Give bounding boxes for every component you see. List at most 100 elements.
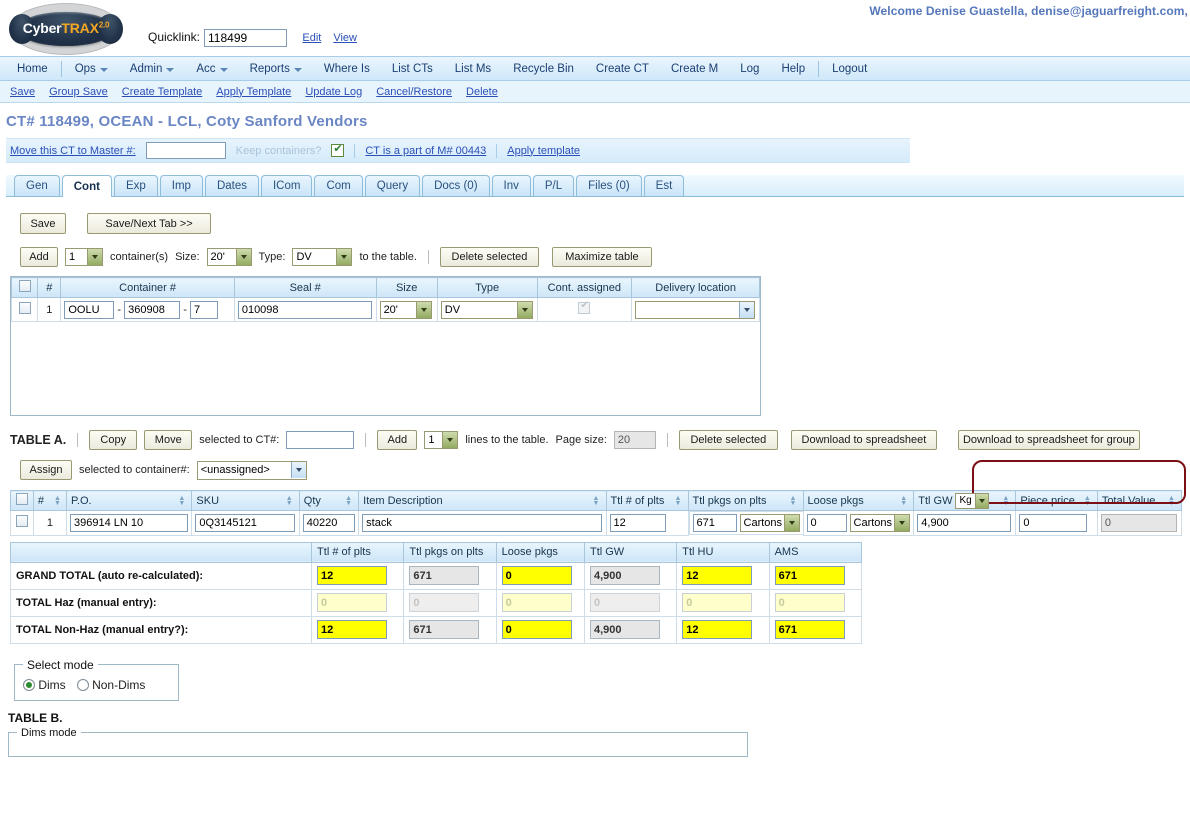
sort-icon[interactable]: ▲ ▼ xyxy=(675,495,684,507)
nonhaz-ttl-plts-input[interactable] xyxy=(317,620,388,639)
action-link-update-log[interactable]: Update Log xyxy=(305,86,362,98)
part-of-master-link[interactable]: CT is a part of M# 00443 xyxy=(365,145,486,157)
add-container-button[interactable]: Add xyxy=(20,247,58,267)
tab-query[interactable]: Query xyxy=(364,175,421,196)
delete-selected-lines-button[interactable]: Delete selected xyxy=(678,430,778,450)
radio-option-dims[interactable]: Dims xyxy=(23,678,66,692)
action-link-apply-template[interactable]: Apply Template xyxy=(216,86,291,98)
page-size-input[interactable] xyxy=(613,431,656,449)
gw-unit-select[interactable]: Kg xyxy=(955,492,990,509)
row-size-select[interactable]: 20' xyxy=(379,300,432,319)
tab-est[interactable]: Est xyxy=(643,175,685,196)
quicklink-edit-link[interactable]: Edit xyxy=(302,32,321,44)
nav-item-log[interactable]: Log xyxy=(729,56,770,81)
nav-item-home[interactable]: Home xyxy=(6,56,59,81)
sort-icon[interactable]: ▲ ▼ xyxy=(1002,495,1011,507)
dims-radio[interactable] xyxy=(23,679,35,692)
nav-item-recycle-bin[interactable]: Recycle Bin xyxy=(502,56,585,81)
qty-input[interactable] xyxy=(302,513,355,532)
ttl-pkgs-unit-select[interactable]: Cartons xyxy=(739,514,800,532)
loose-pkgs-input[interactable] xyxy=(806,513,847,532)
container-size-select[interactable]: 20' xyxy=(206,248,252,266)
nav-item-create-ct[interactable]: Create CT xyxy=(585,56,660,81)
delivery-location-select[interactable] xyxy=(635,300,756,319)
sku-input[interactable] xyxy=(195,513,296,532)
action-link-save[interactable]: Save xyxy=(10,86,35,98)
action-link-delete[interactable]: Delete xyxy=(466,86,498,98)
action-link-cancel-restore[interactable]: Cancel/Restore xyxy=(376,86,452,98)
nav-item-admin[interactable]: Admin xyxy=(119,56,186,81)
sort-icon[interactable]: ▲ ▼ xyxy=(1084,495,1093,507)
nav-item-where-is[interactable]: Where Is xyxy=(313,56,381,81)
sort-icon[interactable]: ▲ ▼ xyxy=(286,495,295,507)
tab-gen[interactable]: Gen xyxy=(14,175,60,196)
container-prefix-input[interactable] xyxy=(64,300,115,319)
move-ct-to-master-link[interactable]: Move this CT to Master #: xyxy=(10,145,136,157)
sort-icon[interactable]: ▲ ▼ xyxy=(345,495,354,507)
nav-item-help[interactable]: Help xyxy=(770,56,816,81)
select-all-checkbox[interactable] xyxy=(18,280,31,292)
container-type-select[interactable]: DV xyxy=(292,248,353,266)
save-next-tab-button[interactable]: Save/Next Tab >> xyxy=(87,213,211,234)
nav-item-ops[interactable]: Ops xyxy=(64,56,119,81)
ttl-pkgs-input[interactable] xyxy=(692,514,737,532)
nav-item-create-m[interactable]: Create M xyxy=(660,56,729,81)
container-mid-input[interactable] xyxy=(124,300,181,319)
select-all-checkbox[interactable] xyxy=(15,493,28,505)
container-suffix-input[interactable] xyxy=(189,300,218,319)
tab-icom[interactable]: ICom xyxy=(260,175,313,196)
row-checkbox[interactable] xyxy=(18,302,31,314)
keep-containers-checkbox[interactable] xyxy=(331,143,345,157)
copy-button[interactable]: Copy xyxy=(89,430,138,450)
action-link-group-save[interactable]: Group Save xyxy=(49,86,108,98)
assign-container-select[interactable]: <unassigned> xyxy=(196,460,307,480)
lines-count-select[interactable]: 1 xyxy=(424,431,459,449)
radio-option-non-dims[interactable]: Non-Dims xyxy=(76,678,145,692)
assign-button[interactable]: Assign xyxy=(20,460,72,480)
sort-icon[interactable]: ▲ ▼ xyxy=(900,495,909,507)
tab-cont[interactable]: Cont xyxy=(61,175,112,197)
ttl-plts-input[interactable] xyxy=(609,513,666,532)
quicklink-view-link[interactable]: View xyxy=(333,32,357,44)
haz-ttl-plts-input[interactable] xyxy=(317,593,388,612)
quicklink-input[interactable] xyxy=(204,29,288,47)
add-lines-button[interactable]: Add xyxy=(377,430,418,450)
grand-ttl-plts-input[interactable] xyxy=(317,566,388,585)
po-input[interactable] xyxy=(70,513,189,532)
nonhaz-ams-input[interactable] xyxy=(774,620,845,639)
download-spreadsheet-button[interactable]: Download to spreadsheet xyxy=(790,430,937,450)
sort-icon[interactable]: ▲ ▼ xyxy=(790,495,799,507)
non-dims-radio[interactable] xyxy=(76,679,89,692)
master-number-input[interactable] xyxy=(145,142,226,159)
tab-com[interactable]: Com xyxy=(314,175,363,196)
sort-icon[interactable]: ▲ ▼ xyxy=(1168,495,1177,507)
download-spreadsheet-group-button[interactable]: Download to spreadsheet for group xyxy=(957,430,1140,450)
tab-files[interactable]: Files (0) xyxy=(576,175,642,196)
nav-item-list-ms[interactable]: List Ms xyxy=(444,56,502,81)
piece-price-input[interactable] xyxy=(1019,513,1088,532)
tab-docs[interactable]: Docs (0) xyxy=(422,175,490,196)
tab-exp[interactable]: Exp xyxy=(113,175,158,196)
row-type-select[interactable]: DV xyxy=(440,300,533,319)
nav-item-list-cts[interactable]: List CTs xyxy=(381,56,444,81)
sort-icon[interactable]: ▲ ▼ xyxy=(593,495,602,507)
action-link-create-template[interactable]: Create Template xyxy=(122,86,203,98)
grand-ams-input[interactable] xyxy=(774,566,845,585)
nav-item-logout[interactable]: Logout xyxy=(821,56,878,81)
grand-loose-pkgs-input[interactable] xyxy=(501,566,572,585)
sort-icon[interactable]: ▲ ▼ xyxy=(53,495,62,507)
sort-icon[interactable]: ▲ ▼ xyxy=(178,495,187,507)
target-ct-input[interactable] xyxy=(286,431,355,449)
apply-template-link[interactable]: Apply template xyxy=(507,145,580,157)
loose-pkgs-unit-select[interactable]: Cartons xyxy=(849,513,910,532)
save-button[interactable]: Save xyxy=(20,213,66,234)
nonhaz-ttl-hu-input[interactable] xyxy=(682,620,753,639)
grand-ttl-hu-input[interactable] xyxy=(682,566,753,585)
delete-selected-containers-button[interactable]: Delete selected xyxy=(439,247,539,267)
maximize-table-button[interactable]: Maximize table xyxy=(551,247,652,267)
seal-input[interactable] xyxy=(237,300,372,319)
nonhaz-loose-pkgs-input[interactable] xyxy=(501,620,572,639)
haz-ams-input[interactable] xyxy=(774,593,845,612)
tab-pl[interactable]: P/L xyxy=(532,175,575,196)
tab-inv[interactable]: Inv xyxy=(491,175,531,196)
